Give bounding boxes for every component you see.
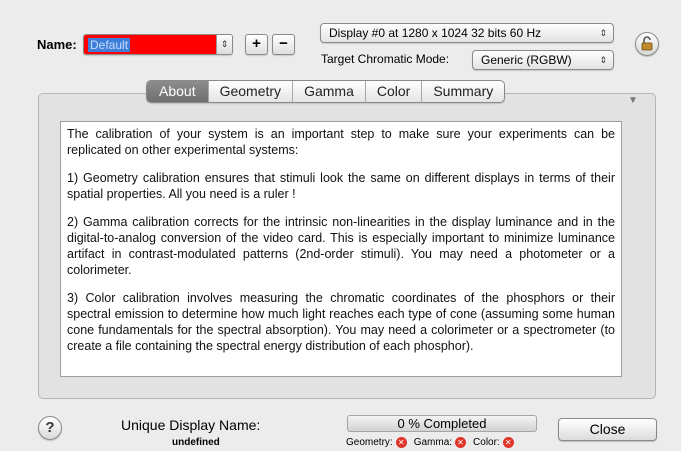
lock-button[interactable] bbox=[635, 32, 659, 56]
error-x-icon: ✕ bbox=[395, 437, 407, 448]
tab-summary[interactable]: Summary bbox=[422, 81, 504, 102]
progress-text: 0 % Completed bbox=[397, 416, 487, 431]
completion-progress-bar: 0 % Completed bbox=[347, 415, 537, 432]
color-status-label: Color: bbox=[473, 437, 500, 448]
chromatic-mode-select[interactable]: Generic (RGBW) ⇕ bbox=[472, 50, 614, 70]
chevron-updown-icon: ⇕ bbox=[599, 28, 607, 38]
tab-geometry[interactable]: Geometry bbox=[209, 81, 294, 102]
error-x-icon: ✕ bbox=[502, 437, 514, 448]
add-name-button[interactable]: + bbox=[245, 34, 268, 55]
error-x-icon: ✕ bbox=[455, 437, 467, 448]
about-paragraph: 3) Color calibration involves measuring … bbox=[67, 291, 615, 353]
lock-icon bbox=[641, 36, 653, 51]
geometry-status-label: Geometry: bbox=[346, 437, 393, 448]
display-select-value: Display #0 at 1280 x 1024 32 bits 60 Hz bbox=[329, 26, 542, 40]
tab-color[interactable]: Color bbox=[366, 81, 423, 102]
unique-display-name-value: undefined bbox=[172, 437, 220, 448]
remove-name-button[interactable]: − bbox=[272, 34, 295, 55]
tab-about[interactable]: About bbox=[147, 81, 209, 102]
about-text-area[interactable]: The calibration of your system is an imp… bbox=[60, 121, 622, 377]
tab-gamma[interactable]: Gamma bbox=[293, 81, 366, 102]
close-button[interactable]: Close bbox=[558, 418, 657, 441]
display-select[interactable]: Display #0 at 1280 x 1024 32 bits 60 Hz … bbox=[320, 23, 614, 43]
calibration-status-row: Geometry: ✕ Gamma: ✕ Color: ✕ bbox=[346, 437, 518, 448]
name-field[interactable]: Default bbox=[84, 35, 216, 54]
about-paragraph: The calibration of your system is an imp… bbox=[67, 127, 615, 157]
tab-bar: About Geometry Gamma Color Summary bbox=[146, 80, 506, 103]
unique-display-name-label: Unique Display Name: bbox=[121, 417, 261, 433]
name-value: Default bbox=[88, 38, 131, 52]
help-button[interactable]: ? bbox=[38, 416, 62, 440]
chromatic-mode-value: Generic (RGBW) bbox=[481, 53, 572, 67]
about-paragraph: 1) Geometry calibration ensures that sti… bbox=[67, 171, 615, 201]
name-combobox[interactable]: Default ⇕ bbox=[83, 34, 233, 55]
chevron-updown-icon: ⇕ bbox=[599, 55, 607, 65]
gamma-status-label: Gamma: bbox=[413, 437, 453, 448]
combo-stepper-icon[interactable]: ⇕ bbox=[216, 35, 232, 54]
about-paragraph: 2) Gamma calibration corrects for the in… bbox=[67, 215, 615, 277]
name-label: Name: bbox=[37, 37, 77, 52]
panel-menu-triangle-icon[interactable]: ▼ bbox=[628, 95, 638, 106]
chromatic-mode-label: Target Chromatic Mode: bbox=[321, 52, 450, 66]
